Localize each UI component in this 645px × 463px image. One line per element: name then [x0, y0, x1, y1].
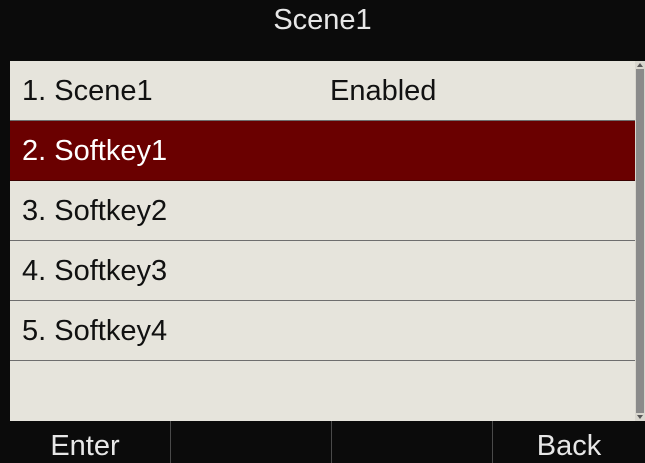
list-item-empty	[10, 361, 635, 421]
list-item-label: 2. Softkey1	[22, 135, 168, 167]
page-title: Scene1	[0, 0, 645, 61]
list-item-value: Enabled	[330, 75, 437, 107]
list-item-softkey2[interactable]: 3. Softkey2	[10, 181, 635, 241]
list-item-label: 3. Softkey2	[22, 195, 168, 227]
softkey-bar: Enter Back	[0, 421, 645, 463]
settings-list: 1. Scene1 Enabled 2. Softkey1 3. Softkey…	[10, 61, 635, 421]
phone-screen: Scene1 1. Scene1 Enabled 2. Softkey1 3. …	[0, 0, 645, 463]
scroll-thumb[interactable]	[636, 69, 644, 413]
list-item-label: 5. Softkey4	[22, 315, 168, 347]
list-item-label: 4. Softkey3	[22, 255, 168, 287]
list-item-scene[interactable]: 1. Scene1 Enabled	[10, 61, 635, 121]
scroll-down-arrow-icon	[637, 415, 643, 419]
list-item-softkey1[interactable]: 2. Softkey1	[10, 121, 635, 181]
softkey-2[interactable]	[171, 421, 331, 463]
list-item-softkey3[interactable]: 4. Softkey3	[10, 241, 635, 301]
softkey-3[interactable]	[332, 421, 492, 463]
list-item-softkey4[interactable]: 5. Softkey4	[10, 301, 635, 361]
enter-softkey[interactable]: Enter	[0, 421, 170, 463]
scrollbar[interactable]	[635, 61, 645, 421]
back-softkey[interactable]: Back	[493, 421, 645, 463]
screen-left-border	[0, 61, 10, 421]
list-item-label: 1. Scene1	[22, 75, 153, 107]
scroll-up-arrow-icon	[637, 63, 643, 67]
